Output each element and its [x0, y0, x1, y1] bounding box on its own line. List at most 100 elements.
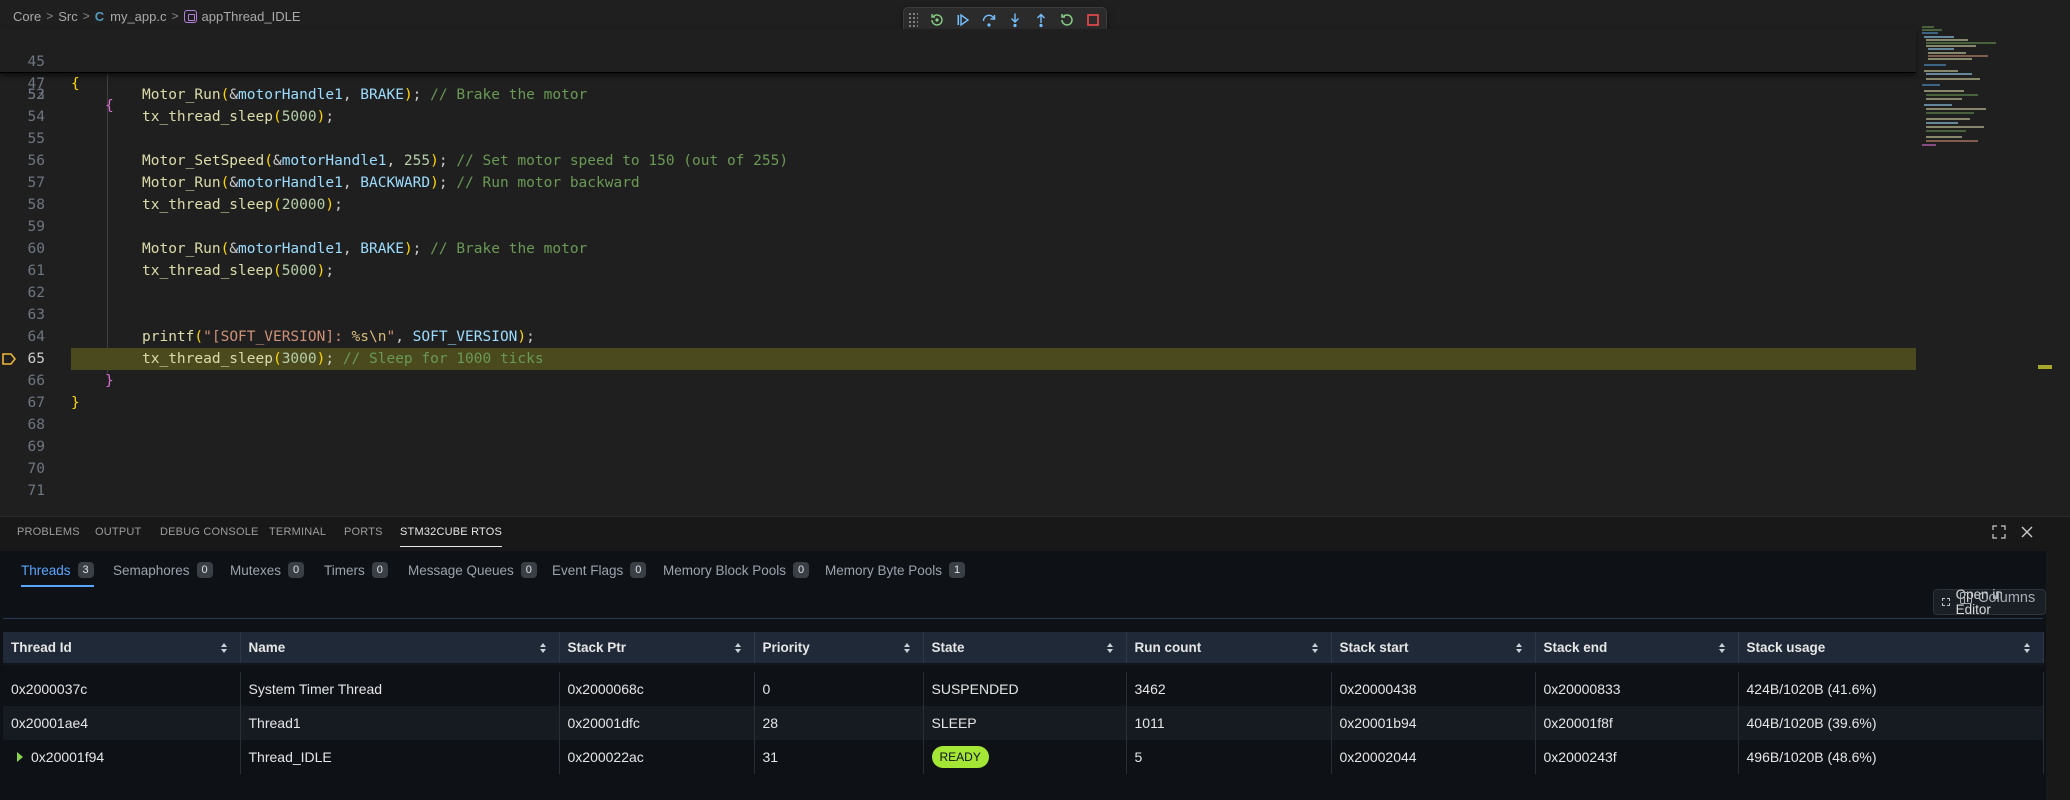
restart-frame-icon[interactable] [924, 9, 950, 31]
cell-text: 3462 [1134, 681, 1166, 697]
count-badge: 0 [520, 562, 537, 578]
code-token: ( [220, 241, 230, 257]
sticky-line[interactable]: 47 { [0, 51, 1916, 114]
sort-icon[interactable] [734, 642, 742, 654]
minimap-line [1926, 73, 1972, 75]
column-header-thread-id[interactable]: Thread Id [3, 632, 241, 665]
sort-icon[interactable] [1106, 642, 1114, 654]
column-header-run-count[interactable]: Run count [1126, 632, 1332, 665]
minimap[interactable] [1920, 26, 2040, 176]
code-line[interactable]: 69 [0, 436, 1916, 458]
step-over-icon[interactable] [976, 9, 1002, 31]
code-line[interactable]: 54 tx_thread_sleep(5000); [0, 106, 1916, 128]
column-header-stack-usage[interactable]: Stack usage [1738, 632, 2044, 665]
breadcrumb-item-file[interactable]: my_app.c [110, 9, 166, 24]
rtos-tab-threads[interactable]: Threads 3 [21, 556, 94, 587]
rtos-tab-message-queues[interactable]: Message Queues 0 [408, 556, 537, 584]
column-header-state[interactable]: State [923, 632, 1127, 665]
tab-ports[interactable]: PORTS [344, 526, 383, 538]
code-line[interactable]: 57 Motor_Run(&motorHandle1, BACKWARD); //… [0, 172, 1916, 194]
line-number: 70 [27, 461, 45, 477]
sort-icon[interactable] [1311, 642, 1319, 654]
rtos-tab-label: Memory Block Pools [663, 562, 787, 578]
rtos-tab-memory-byte-pools[interactable]: Memory Byte Pools 1 [825, 556, 966, 584]
code-line[interactable]: 66} [0, 370, 1916, 392]
sort-icon[interactable] [903, 642, 911, 654]
code-line[interactable]: 53 Motor_Run(&motorHandle1, BRAKE); // Br… [0, 84, 1916, 106]
rtos-tab-label: Event Flags [552, 562, 624, 578]
cell-text: 5 [1134, 749, 1143, 765]
column-header-label: State [931, 640, 965, 655]
rtos-tab-event-flags[interactable]: Event Flags 0 [552, 556, 647, 584]
drag-handle-icon[interactable] [908, 12, 918, 28]
code-line[interactable]: 55 [0, 128, 1916, 150]
tab-debug-console[interactable]: DEBUG CONSOLE [160, 526, 259, 538]
continue-icon[interactable] [950, 9, 976, 31]
columns-button[interactable]: Columns [1960, 590, 2035, 606]
close-panel-icon[interactable] [2020, 525, 2034, 543]
code-line-current[interactable]: 65 tx_thread_sleep(3000); // Sleep for 10… [0, 348, 1916, 370]
code-line[interactable]: 60 Motor_Run(&motorHandle1, BRAKE); // Br… [0, 238, 1916, 260]
rtos-tab-semaphores[interactable]: Semaphores 0 [113, 556, 213, 584]
code-line[interactable]: 62 [0, 282, 1916, 304]
tab-problems[interactable]: PROBLEMS [17, 526, 80, 538]
expand-row-chevron-icon[interactable] [17, 752, 23, 762]
code-line[interactable]: 70 [0, 458, 1916, 480]
table-cell-name: Thread1 [240, 706, 560, 740]
rtos-tab-bar: Threads 3 Semaphores 0 Mutexes 0 Timers 0 Me… [6, 556, 2046, 587]
code-line[interactable]: 61 tx_thread_sleep(5000); [0, 260, 1916, 282]
breadcrumb-item-src[interactable]: Src [58, 9, 78, 24]
minimap-line [1926, 122, 1958, 124]
tab-terminal[interactable]: TERMINAL [269, 526, 326, 538]
column-header-stack-end[interactable]: Stack end [1535, 632, 1739, 665]
table-row[interactable]: 0x20001f94 Thread_IDLE 0x200022ac 31 READY 5 0… [3, 740, 2044, 774]
code-token: motorHandle1 [238, 241, 343, 257]
minimap-line [1924, 90, 1964, 92]
sticky-line[interactable]: 45 { [0, 29, 1916, 92]
column-header-stack-start[interactable]: Stack start [1331, 632, 1536, 665]
code-line[interactable]: 68 [0, 414, 1916, 436]
column-header-name[interactable]: Name [240, 632, 560, 665]
code-token: ) [325, 197, 335, 213]
cell-text: SUSPENDED [931, 681, 1019, 697]
step-out-icon[interactable] [1028, 9, 1054, 31]
tab-content-divider [3, 618, 2043, 619]
table-row[interactable]: 0x2000037c System Timer Thread 0x2000068c 0… [3, 672, 2044, 706]
cell-text: 0x2000037c [11, 681, 88, 697]
sort-icon[interactable] [539, 642, 547, 654]
breadcrumb-item-core[interactable]: Core [13, 9, 41, 24]
rtos-tab-memory-block-pools[interactable]: Memory Block Pools 0 [663, 556, 810, 584]
code-editor[interactable]: Core > Src > C my_app.c > appThread_IDLE [0, 0, 2070, 516]
minimap-line [1922, 26, 1934, 28]
rtos-tab-timers[interactable]: Timers 0 [324, 556, 388, 584]
code-token: ( [220, 87, 230, 103]
code-line[interactable]: 64 printf("[SOFT_VERSION]: %s\n", SOFT_VE… [0, 326, 1916, 348]
column-header-priority[interactable]: Priority [754, 632, 924, 665]
sort-icon[interactable] [1718, 642, 1726, 654]
table-row[interactable]: 0x20001ae4 Thread1 0x20001dfc 28 SLEEP 1011 0x… [3, 706, 2044, 740]
breadcrumb-item-symbol[interactable]: appThread_IDLE [202, 9, 301, 24]
code-line[interactable]: 56 Motor_SetSpeed(&motorHandle1, 255); //… [0, 150, 1916, 172]
sort-icon[interactable] [1515, 642, 1523, 654]
step-into-icon[interactable] [1002, 9, 1028, 31]
code-line[interactable]: 59 [0, 216, 1916, 238]
count-badge: 0 [371, 562, 388, 578]
restart-icon[interactable] [1054, 9, 1080, 31]
code-line[interactable]: 71 [0, 480, 1916, 502]
code-line[interactable]: 58 tx_thread_sleep(20000); [0, 194, 1916, 216]
sort-icon[interactable] [220, 642, 228, 654]
maximize-panel-icon[interactable] [1992, 525, 2006, 543]
tab-output[interactable]: OUTPUT [95, 526, 141, 538]
minimap-line [1922, 84, 1940, 86]
cell-text: 0x20001f94 [31, 749, 105, 765]
rtos-tab-mutexes[interactable]: Mutexes 0 [230, 556, 305, 584]
code-line[interactable]: 67} [0, 392, 1916, 414]
code-line[interactable]: 63 [0, 304, 1916, 326]
symbol-function-icon [183, 9, 197, 23]
tab-stm32cube-rtos[interactable]: STM32CUBE RTOS [400, 526, 503, 547]
code-token: 20000 [281, 197, 326, 213]
sort-icon[interactable] [2023, 642, 2031, 654]
stop-icon[interactable] [1080, 9, 1106, 31]
column-header-stack-ptr[interactable]: Stack Ptr [559, 632, 755, 665]
table-cell-stack-ptr: 0x2000068c [559, 672, 755, 706]
